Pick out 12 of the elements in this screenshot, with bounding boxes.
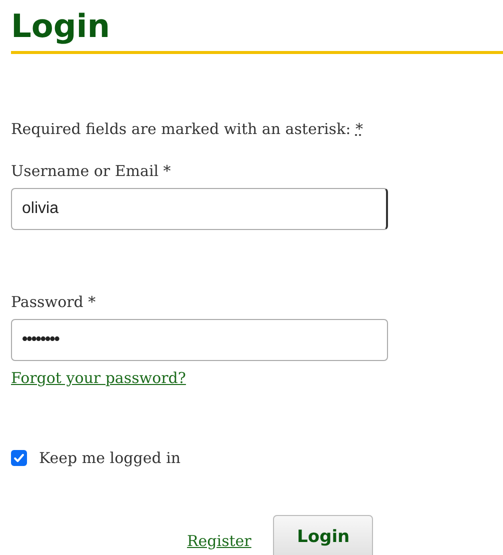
login-button[interactable]: Login [273, 515, 374, 555]
input-field[interactable]: olivia [11, 188, 388, 230]
field-label: Username or Email * [11, 162, 172, 180]
required-note: Required fields are marked with an asterisk: [11, 120, 351, 138]
checkbox-label: Keep me logged in [39, 449, 181, 467]
checkbox[interactable] [11, 450, 27, 466]
required-marker: * [355, 120, 363, 138]
input-field[interactable]: •••••••• [11, 319, 388, 361]
register-link[interactable]: Register [187, 524, 252, 550]
field-label: Password * [11, 293, 97, 311]
forgot-password-link[interactable]: Forgot your password? [11, 369, 186, 387]
page-heading: Login [11, 6, 112, 46]
